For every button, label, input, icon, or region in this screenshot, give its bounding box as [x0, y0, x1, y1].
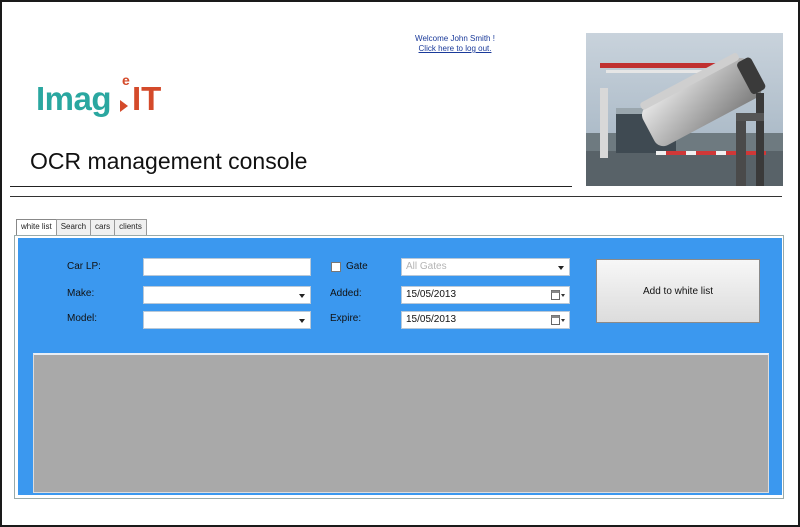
tab-cars[interactable]: cars [90, 219, 116, 235]
gate-checkbox[interactable] [331, 262, 341, 272]
welcome-area: Welcome John Smith ! Click here to log o… [400, 34, 510, 54]
calendar-icon[interactable] [551, 315, 565, 326]
gate-select[interactable]: All Gates [401, 258, 570, 276]
model-label: Model: [67, 313, 98, 324]
imageit-logo: Imag e IT [36, 72, 176, 126]
added-label: Added: [330, 288, 362, 299]
chevron-down-icon [558, 266, 564, 270]
logo-text-imag: Imag [36, 80, 112, 117]
chevron-down-icon [299, 319, 305, 323]
chevron-down-icon [299, 294, 305, 298]
car-lp-input[interactable] [143, 258, 311, 276]
logo-arrow-icon [120, 100, 128, 112]
calendar-icon[interactable] [551, 290, 565, 301]
tab-bar: white list Search cars clients [16, 219, 147, 236]
added-date-picker[interactable]: 15/05/2013 [401, 286, 570, 304]
tab-clients[interactable]: clients [114, 219, 147, 235]
gate-value: All Gates [406, 261, 447, 272]
added-date-value: 15/05/2013 [406, 289, 457, 300]
logout-link[interactable]: Click here to log out. [400, 44, 510, 54]
welcome-text: Welcome John Smith ! [415, 34, 495, 43]
model-select[interactable] [143, 311, 311, 329]
logo-text-e: e [122, 72, 130, 88]
expire-label: Expire: [330, 313, 362, 324]
gate-label: Gate [346, 261, 368, 272]
make-select[interactable] [143, 286, 311, 304]
tab-white-list[interactable]: white list [16, 219, 57, 236]
expire-date-value: 15/05/2013 [406, 314, 457, 325]
car-lp-label: Car LP: [67, 261, 101, 272]
make-label: Make: [67, 288, 95, 299]
logo-text-it: IT [132, 80, 162, 117]
expire-date-picker[interactable]: 15/05/2013 [401, 311, 570, 329]
header-divider [10, 196, 782, 197]
add-to-white-list-button[interactable]: Add to white list [596, 259, 760, 323]
tab-search[interactable]: Search [55, 219, 92, 235]
white-list-grid[interactable] [33, 353, 769, 493]
security-camera-photo [586, 33, 783, 186]
page-title: OCR management console [30, 148, 308, 174]
title-divider [10, 186, 572, 187]
